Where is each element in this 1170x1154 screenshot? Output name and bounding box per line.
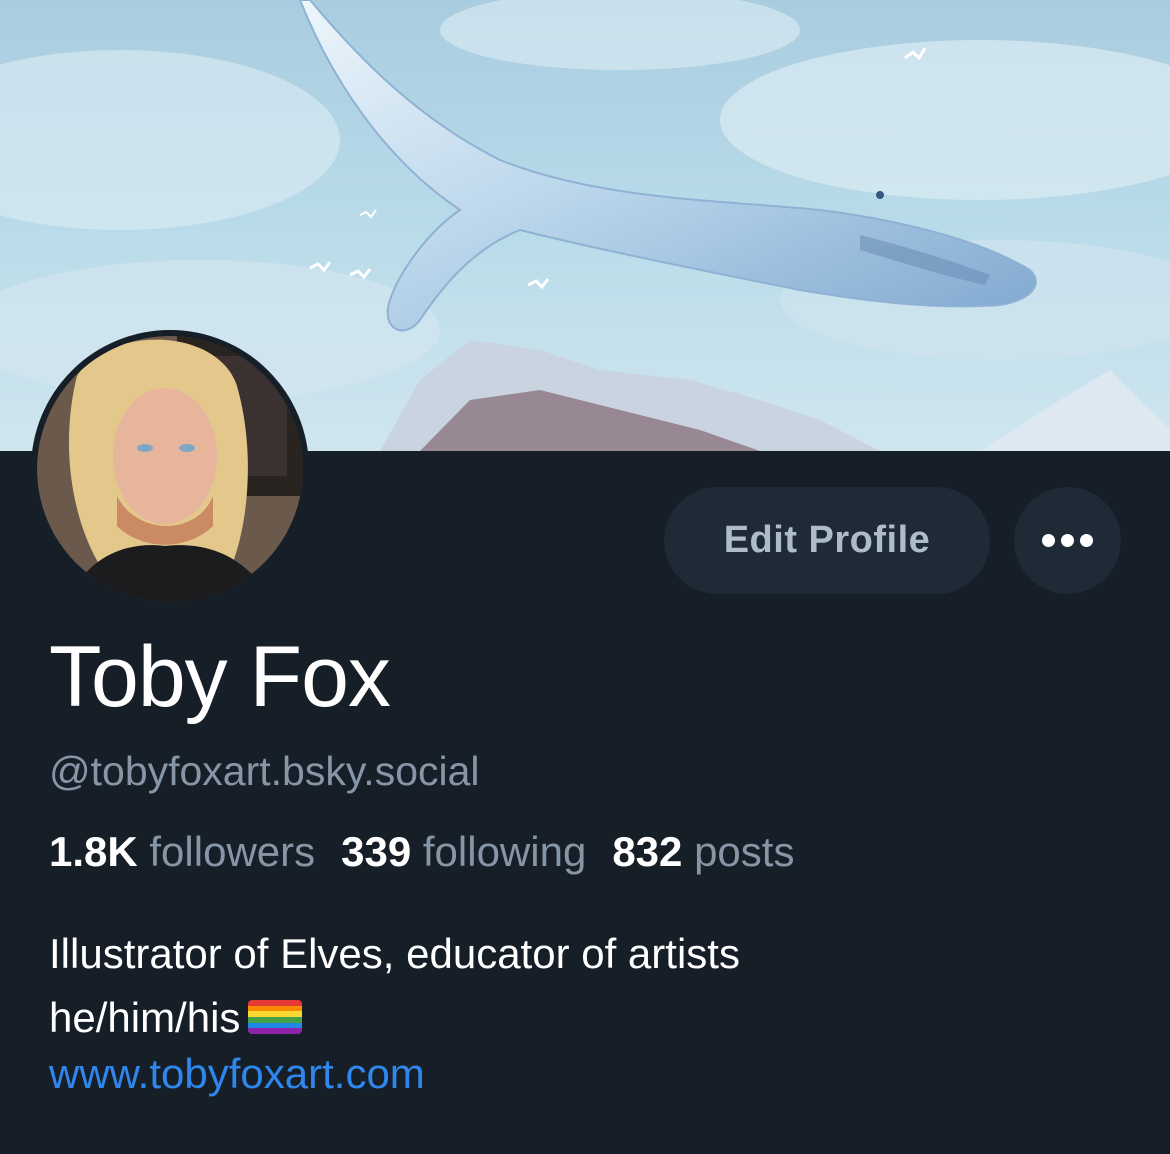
posts-count: 832 [612,828,683,875]
profile-handle: @tobyfoxart.bsky.social [49,748,480,794]
followers-count: 1.8K [49,828,138,875]
bio-line: he/him/his [49,986,740,1050]
avatar[interactable] [31,330,309,608]
ellipsis-icon [1039,534,1096,547]
rainbow-flag-icon [248,999,303,1034]
posts-label: posts [694,828,795,875]
profile-website-link[interactable]: www.tobyfoxart.com [49,1050,425,1098]
following-count: 339 [341,828,412,875]
display-name: Toby Fox [49,629,391,725]
bio-line: Illustrator of Elves, educator of artist… [49,930,740,977]
followers-link[interactable]: 1.8K followers [49,828,315,875]
profile-stats: 1.8K followers 339 following 832 posts [49,828,794,876]
profile-bio: Illustrator of Elves, educator of artist… [49,922,740,1050]
edit-profile-button[interactable]: Edit Profile [664,487,990,594]
posts-stat: 832 posts [612,828,794,875]
following-label: following [422,828,587,875]
following-link[interactable]: 339 following [341,828,586,875]
followers-label: followers [149,828,316,875]
more-options-button[interactable] [1014,487,1121,594]
